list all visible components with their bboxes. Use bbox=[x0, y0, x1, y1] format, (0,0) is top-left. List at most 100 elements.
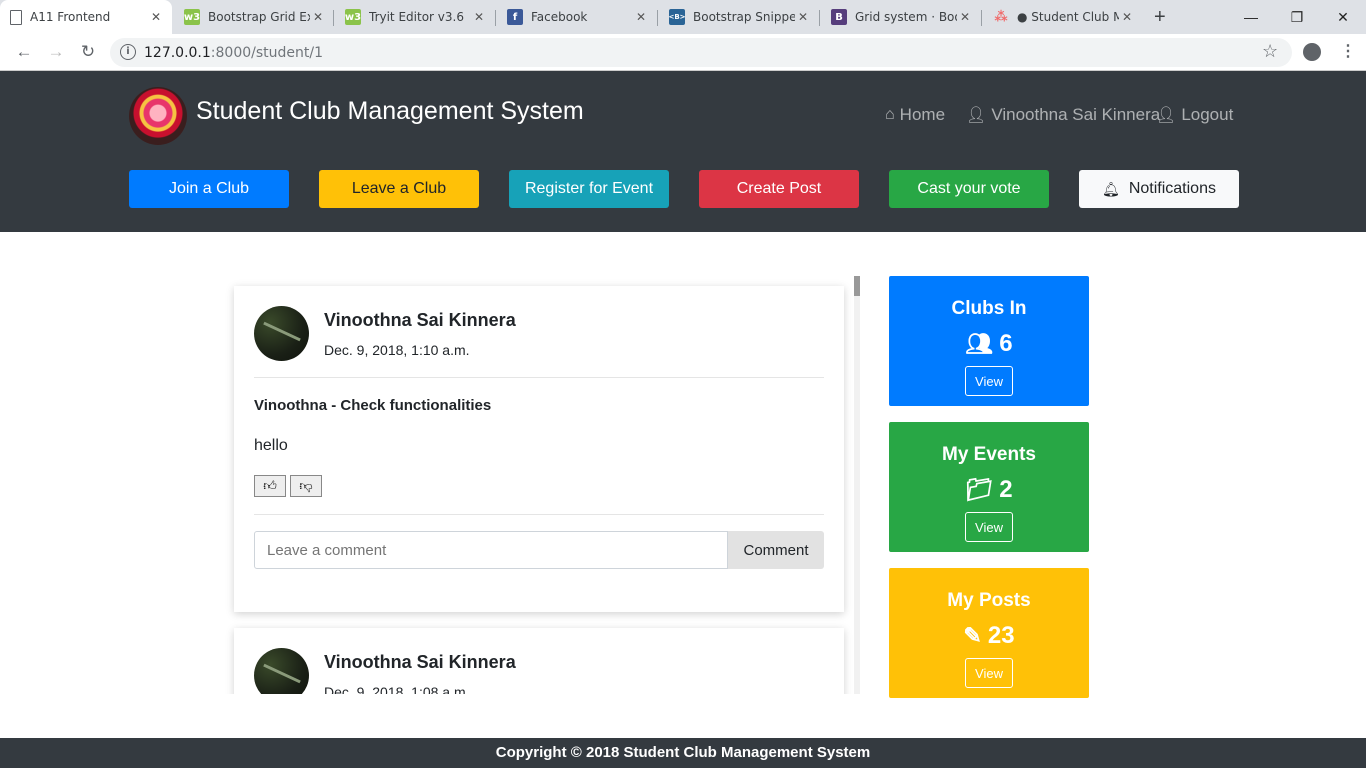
minimize-button[interactable]: — bbox=[1228, 0, 1274, 34]
post-card: Vinoothna Sai Kinnera Dec. 9, 2018, 1:10… bbox=[234, 286, 844, 612]
close-icon[interactable]: ✕ bbox=[471, 10, 487, 24]
browser-toolbar: ← → ↻ i 127.0.0.1:8000/student/1 bbox=[0, 34, 1366, 71]
tab-title: Tryit Editor v3.6 bbox=[369, 10, 464, 24]
site-brand[interactable]: Student Club Management System bbox=[196, 97, 584, 126]
restore-button[interactable]: ❐ bbox=[1274, 0, 1320, 34]
tab-student-club[interactable]: ⁂ ● Student Club Ma ✕ bbox=[983, 0, 1143, 34]
stat-title: My Events bbox=[942, 444, 1036, 465]
tab-title: Bootstrap Grid Exa bbox=[208, 10, 310, 24]
club-logo bbox=[129, 87, 187, 145]
view-events-button[interactable]: View bbox=[965, 512, 1013, 542]
thumbs-down-icon: 👎︎ bbox=[299, 478, 313, 493]
close-window-button[interactable]: ✕ bbox=[1320, 0, 1366, 34]
close-icon[interactable]: ✕ bbox=[795, 10, 811, 24]
url-text: 127.0.0.1:8000/student/1 bbox=[144, 45, 323, 61]
stat-value-row: 📁︎ 2 bbox=[889, 476, 1089, 504]
nav-home[interactable]: ⌂ Home bbox=[885, 105, 945, 125]
cast-vote-button[interactable]: Cast your vote bbox=[889, 170, 1049, 208]
new-tab-button[interactable]: + bbox=[1154, 6, 1166, 29]
tab-title: Grid system · Boot bbox=[855, 10, 957, 24]
create-post-button[interactable]: Create Post bbox=[699, 170, 859, 208]
facebook-icon: f bbox=[507, 9, 523, 25]
notifications-label: Notifications bbox=[1128, 180, 1216, 197]
address-bar[interactable]: i 127.0.0.1:8000/student/1 bbox=[110, 38, 1292, 67]
avatar bbox=[254, 648, 309, 694]
thumbs-down-button[interactable]: 👎︎ bbox=[290, 475, 322, 497]
tab-title: Bootstrap Snippet bbox=[693, 10, 795, 24]
w3schools-icon: w3 bbox=[345, 9, 361, 25]
nav-home-label: Home bbox=[899, 105, 946, 124]
tab-bootstrap-grid[interactable]: w3 Bootstrap Grid Exa ✕ bbox=[174, 0, 334, 34]
leave-club-button[interactable]: Leave a Club bbox=[319, 170, 479, 208]
close-icon[interactable]: ✕ bbox=[633, 10, 649, 24]
comment-input[interactable] bbox=[254, 531, 728, 569]
page-icon bbox=[10, 9, 22, 25]
stat-value: 6 bbox=[999, 330, 1013, 357]
folder-icon: 📁︎ bbox=[965, 477, 994, 502]
browser-menu-icon[interactable]: ⋮ bbox=[1340, 41, 1356, 61]
tab-bootstrap-snippet[interactable]: <B> Bootstrap Snippet ✕ bbox=[659, 0, 819, 34]
w3schools-icon: w3 bbox=[184, 9, 200, 25]
tab-title: Facebook bbox=[531, 10, 588, 24]
back-button[interactable]: ← bbox=[12, 40, 36, 64]
user-icon: 👤︎ bbox=[966, 107, 987, 124]
site-header: Student Club Management System ⌂ Home 👤︎ V… bbox=[0, 71, 1366, 232]
post-author: Vinoothna Sai Kinnera bbox=[324, 652, 516, 672]
tab-facebook[interactable]: f Facebook ✕ bbox=[497, 0, 657, 34]
stat-value-row: 👥︎ 6 bbox=[889, 330, 1089, 358]
clubs-in-card: Clubs In 👥︎ 6 View bbox=[889, 276, 1089, 406]
join-club-button[interactable]: Join a Club bbox=[129, 170, 289, 208]
post-author: Vinoothna Sai Kinnera bbox=[324, 310, 516, 330]
nav-logout[interactable]: 👤︎ Logout bbox=[1156, 105, 1233, 125]
tab-a11-frontend[interactable]: A11 Frontend ✕ bbox=[0, 0, 172, 34]
bell-icon: 🔔︎ bbox=[1102, 180, 1120, 197]
reload-button[interactable]: ↻ bbox=[76, 40, 100, 64]
thumbs-up-icon: 👍︎ bbox=[263, 478, 277, 493]
avatar bbox=[254, 306, 309, 361]
close-icon[interactable]: ✕ bbox=[1119, 10, 1135, 24]
bootstrap-icon: B bbox=[831, 9, 847, 25]
divider bbox=[254, 514, 824, 515]
nav-user-label: Vinoothna Sai Kinnera bbox=[991, 105, 1161, 124]
post-date: Dec. 9, 2018, 1:10 a.m. bbox=[324, 342, 470, 358]
comment-button[interactable]: Comment bbox=[728, 531, 824, 569]
profile-avatar-icon[interactable] bbox=[1303, 43, 1321, 61]
post-date: Dec. 9, 2018, 1:08 a.m. bbox=[324, 684, 470, 694]
stat-value: 23 bbox=[987, 622, 1015, 649]
site-footer: Copyright © 2018 Student Club Management… bbox=[0, 738, 1366, 768]
browser-tab-strip: A11 Frontend ✕ w3 Bootstrap Grid Exa ✕ w… bbox=[0, 0, 1366, 34]
post-body: hello bbox=[254, 437, 288, 454]
feed-scroll-thumb[interactable] bbox=[854, 276, 860, 296]
pencil-icon: ✎ bbox=[963, 623, 982, 648]
forward-button[interactable]: → bbox=[44, 40, 68, 64]
close-icon[interactable]: ✕ bbox=[310, 10, 326, 24]
post-card: Vinoothna Sai Kinnera Dec. 9, 2018, 1:08… bbox=[234, 628, 844, 694]
register-event-button[interactable]: Register for Event bbox=[509, 170, 669, 208]
info-icon[interactable]: i bbox=[120, 44, 136, 60]
view-clubs-button[interactable]: View bbox=[965, 366, 1013, 396]
bootsnipp-icon: <B> bbox=[668, 9, 686, 25]
divider bbox=[254, 377, 824, 378]
tab-grid-system[interactable]: B Grid system · Boot ✕ bbox=[821, 0, 981, 34]
post-feed[interactable]: Vinoothna Sai Kinnera Dec. 9, 2018, 1:10… bbox=[218, 276, 860, 694]
tab-title: ● Student Club Ma bbox=[1017, 10, 1119, 24]
notifications-button[interactable]: 🔔︎ Notifications bbox=[1079, 170, 1239, 208]
thumbs-up-button[interactable]: 👍︎ bbox=[254, 475, 286, 497]
tab-title: A11 Frontend bbox=[30, 10, 111, 24]
stat-value: 2 bbox=[999, 476, 1013, 503]
close-icon[interactable]: ✕ bbox=[957, 10, 973, 24]
users-icon: 👥︎ bbox=[965, 331, 994, 356]
home-icon: ⌂ bbox=[885, 106, 895, 123]
user-times-icon: 👤︎ bbox=[1156, 107, 1177, 124]
close-icon[interactable]: ✕ bbox=[148, 10, 164, 24]
my-events-card: My Events 📁︎ 2 View bbox=[889, 422, 1089, 552]
stat-title: Clubs In bbox=[951, 298, 1027, 319]
tab-tryit-editor[interactable]: w3 Tryit Editor v3.6 ✕ bbox=[335, 0, 495, 34]
my-posts-card: My Posts ✎ 23 View bbox=[889, 568, 1089, 698]
nav-user[interactable]: 👤︎ Vinoothna Sai Kinnera bbox=[966, 105, 1160, 125]
url-host: 127.0.0.1 bbox=[144, 45, 211, 61]
bookmark-star-icon[interactable]: ☆ bbox=[1262, 41, 1278, 62]
nav-logout-label: Logout bbox=[1181, 105, 1234, 124]
view-posts-button[interactable]: View bbox=[965, 658, 1013, 688]
feed-scrollbar[interactable] bbox=[854, 276, 860, 694]
